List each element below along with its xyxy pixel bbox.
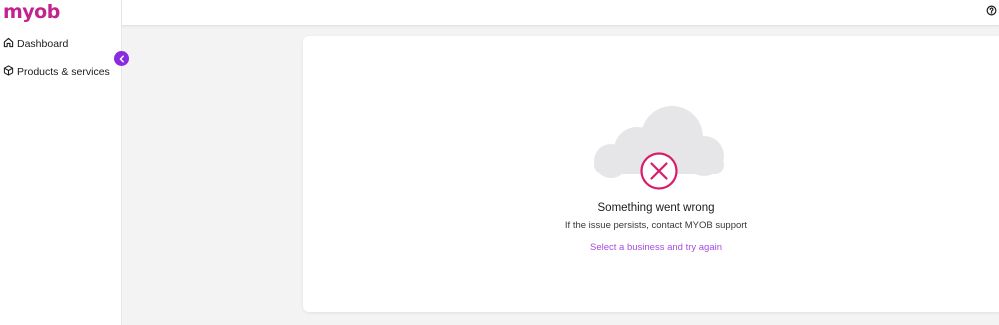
box-icon xyxy=(3,65,17,79)
sidebar-item-products-services[interactable]: Products & services xyxy=(3,64,110,80)
sidebar: myob Dashboard Products & services xyxy=(0,0,122,325)
sidebar-item-dashboard[interactable]: Dashboard xyxy=(3,36,68,52)
help-circle-icon xyxy=(986,3,997,21)
home-icon xyxy=(3,37,17,51)
sidebar-item-label: Dashboard xyxy=(17,38,69,50)
select-business-link[interactable]: Select a business and try again xyxy=(303,242,999,253)
error-card: Something went wrong If the issue persis… xyxy=(303,36,999,312)
help-button[interactable] xyxy=(985,3,997,21)
error-title: Something went wrong xyxy=(597,202,715,214)
myob-logo[interactable]: myob xyxy=(3,0,60,24)
sidebar-item-label: Products & services xyxy=(17,66,110,78)
chevron-left-icon xyxy=(118,50,126,68)
sidebar-collapse-button[interactable] xyxy=(114,51,129,66)
error-subtitle: If the issue persists, contact MYOB supp… xyxy=(564,220,748,231)
cloud-error-icon xyxy=(590,104,726,192)
top-bar xyxy=(122,0,999,26)
